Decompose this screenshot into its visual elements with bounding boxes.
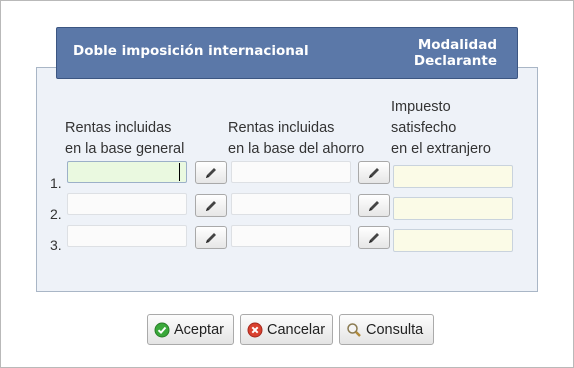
modalidad-text: Modalidad <box>417 37 497 53</box>
row3-base-general-edit-button[interactable] <box>195 226 227 249</box>
declarante-text: Declarante <box>413 53 497 69</box>
row2-base-general-edit-button[interactable] <box>195 194 227 217</box>
row3-impuesto-input[interactable] <box>393 229 513 252</box>
accept-button[interactable]: Aceptar <box>147 314 234 345</box>
column-header-line: Rentas incluidas <box>228 120 335 136</box>
row-number: 3. <box>50 237 62 253</box>
accept-button-label: Aceptar <box>174 321 224 338</box>
row2-base-ahorro-input[interactable] <box>231 193 351 215</box>
pencil-icon <box>206 200 216 211</box>
row2-impuesto-input[interactable] <box>393 197 513 220</box>
pencil-icon <box>369 167 379 178</box>
row3-base-ahorro-input[interactable] <box>231 225 351 247</box>
row-number: 1. <box>50 175 62 191</box>
row3-base-general-input[interactable] <box>67 225 187 247</box>
magnifier-icon <box>346 322 362 338</box>
dialog-header: Doble imposición internacional Modalidad… <box>56 27 518 79</box>
column-header-line: Impuesto <box>391 99 451 115</box>
cancel-button[interactable]: Cancelar <box>240 314 333 345</box>
column-header-base-general: Rentas incluidas en la base general <box>65 118 184 160</box>
pencil-icon <box>206 167 216 178</box>
row1-base-general-edit-button[interactable] <box>195 161 227 184</box>
column-header-base-ahorro: Rentas incluidas en la base del ahorro <box>228 118 364 160</box>
row2-base-ahorro-edit-button[interactable] <box>358 194 390 217</box>
row1-base-ahorro-input[interactable] <box>231 161 351 183</box>
column-header-impuesto: Impuesto satisfecho en el extranjero <box>391 97 491 160</box>
column-header-line: en la base general <box>65 141 185 157</box>
row-number: 2. <box>50 206 62 222</box>
column-header-line: en la base del ahorro <box>228 141 365 157</box>
row1-base-general-input[interactable] <box>67 161 187 183</box>
row3-base-ahorro-edit-button[interactable] <box>358 226 390 249</box>
row1-impuesto-input[interactable] <box>393 165 513 188</box>
column-header-line: en el extranjero <box>391 141 491 157</box>
text-caret <box>179 163 180 181</box>
cancel-button-label: Cancelar <box>267 321 326 338</box>
pencil-icon <box>206 232 216 243</box>
modalidad-label: Modalidad Declarante <box>414 37 497 69</box>
green-check-icon <box>154 322 170 338</box>
query-button[interactable]: Consulta <box>339 314 434 345</box>
pencil-icon <box>369 200 379 211</box>
query-button-label: Consulta <box>366 321 424 338</box>
column-header-line: satisfecho <box>391 120 457 136</box>
row2-base-general-input[interactable] <box>67 193 187 215</box>
red-x-icon <box>247 322 263 338</box>
dialog-title: Doble imposición internacional <box>73 43 309 59</box>
column-header-line: Rentas incluidas <box>65 120 172 136</box>
row1-base-ahorro-edit-button[interactable] <box>358 161 390 184</box>
pencil-icon <box>369 232 379 243</box>
